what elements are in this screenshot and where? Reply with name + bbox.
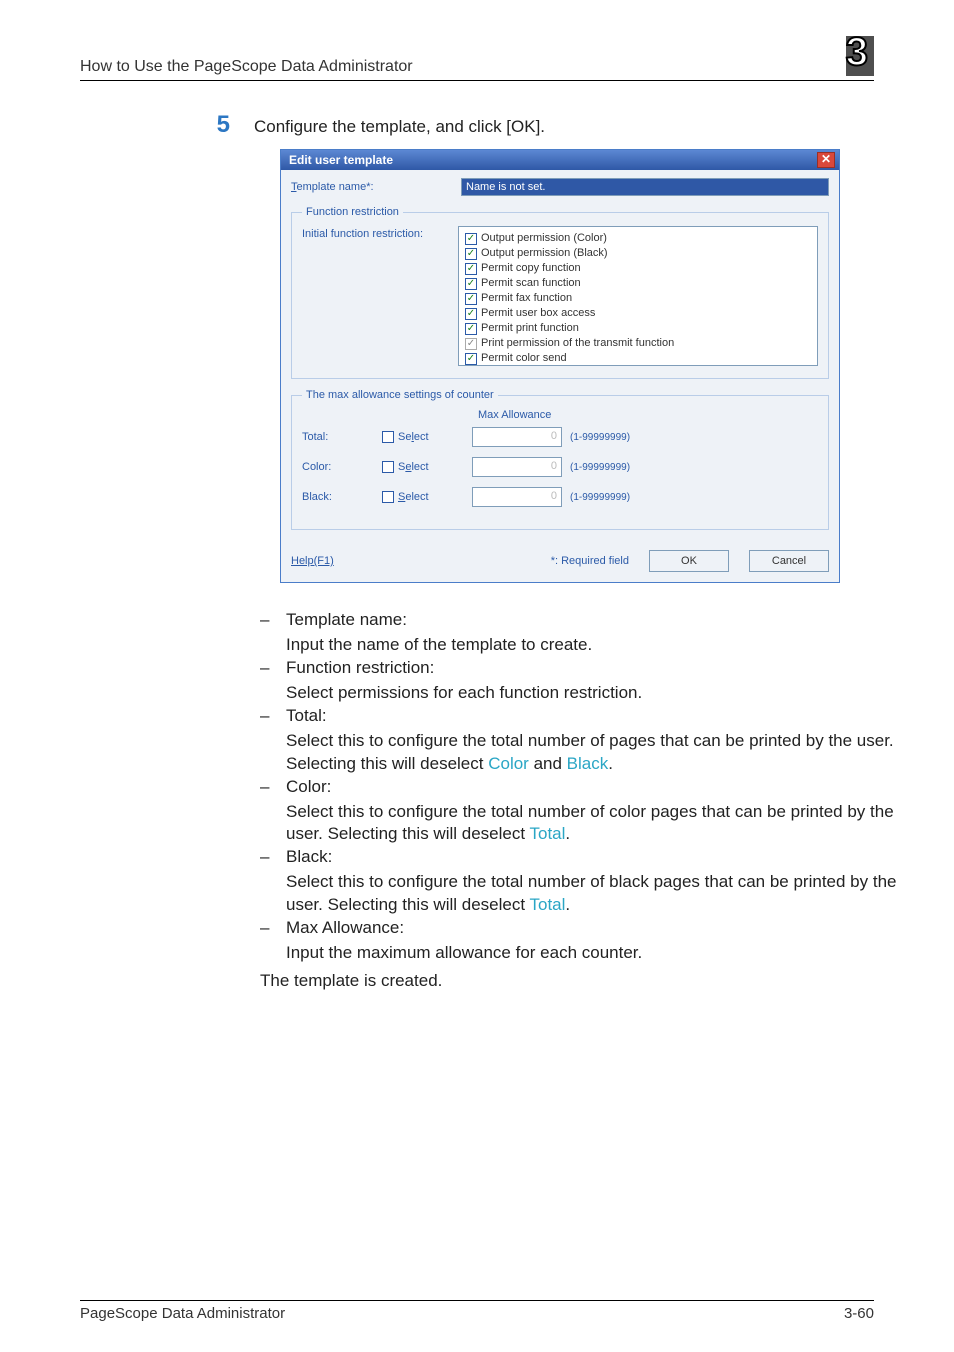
total-select-checkbox[interactable] xyxy=(382,431,394,443)
color-select-checkbox[interactable] xyxy=(382,461,394,473)
checkbox-icon[interactable] xyxy=(465,353,477,365)
cancel-button[interactable]: Cancel xyxy=(749,550,829,572)
checkbox-icon[interactable] xyxy=(465,263,477,275)
chapter-badge: 3 xyxy=(818,36,874,76)
max-allowance-legend: The max allowance settings of counter xyxy=(302,389,498,401)
initial-restriction-label: Initial function restriction: xyxy=(302,226,458,240)
permission-listbox[interactable]: Output permission (Color) Output permiss… xyxy=(458,226,818,366)
color-row: Color: Select 0 (1-99999999) xyxy=(302,457,818,477)
required-field-label: *: Required field xyxy=(551,555,629,567)
black-select-checkbox[interactable] xyxy=(382,491,394,503)
checkbox-icon[interactable] xyxy=(465,248,477,260)
checkbox-icon[interactable] xyxy=(465,233,477,245)
checkbox-icon[interactable] xyxy=(465,308,477,320)
close-icon[interactable]: ✕ xyxy=(817,152,835,168)
trailing-text: The template is created. xyxy=(260,971,874,991)
step-text: Configure the template, and click [OK]. xyxy=(254,111,545,137)
footer-left: PageScope Data Administrator xyxy=(80,1305,285,1322)
ok-button[interactable]: OK xyxy=(649,550,729,572)
total-value-input[interactable]: 0 xyxy=(472,427,562,447)
page-header: How to Use the PageScope Data Administra… xyxy=(80,58,413,76)
template-name-input[interactable] xyxy=(461,178,829,196)
checkbox-icon[interactable] xyxy=(465,323,477,335)
function-restriction-group: Function restriction Initial function re… xyxy=(291,206,829,379)
max-allowance-header: Max Allowance xyxy=(478,409,818,421)
total-row: Total: Select 0 (1-99999999) xyxy=(302,427,818,447)
edit-user-template-dialog: Edit user template ✕ Template name*: Fun… xyxy=(280,149,840,583)
max-allowance-group: The max allowance settings of counter Ma… xyxy=(291,389,829,530)
explanation-list: –Template name: Input the name of the te… xyxy=(260,609,900,965)
checkbox-icon[interactable] xyxy=(465,338,477,350)
color-value-input[interactable]: 0 xyxy=(472,457,562,477)
template-name-label: Template name*: xyxy=(291,181,461,193)
footer-right: 3-60 xyxy=(844,1305,874,1322)
function-restriction-legend: Function restriction xyxy=(302,206,403,218)
help-link[interactable]: Help(F1) xyxy=(291,555,334,567)
dialog-title: Edit user template xyxy=(289,153,393,167)
black-row: Black: Select 0 (1-99999999) xyxy=(302,487,818,507)
checkbox-icon[interactable] xyxy=(465,278,477,290)
step-number: 5 xyxy=(200,111,230,139)
checkbox-icon[interactable] xyxy=(465,293,477,305)
black-value-input[interactable]: 0 xyxy=(472,487,562,507)
